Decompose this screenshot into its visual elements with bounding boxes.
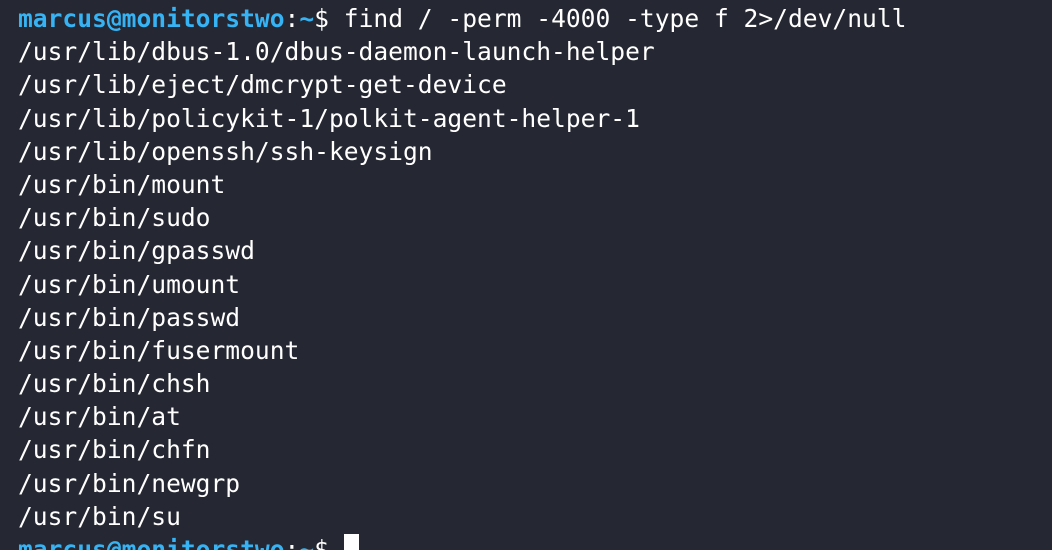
output-line: /usr/bin/fusermount [18,335,300,365]
prompt-separator: : [284,4,300,33]
output-line: /usr/bin/newgrp [18,468,241,498]
terminal-window[interactable]: marcus@monitorstwo:~$ find / -perm -4000… [0,0,1052,550]
prompt-user-host: marcus@monitorstwo [18,535,285,550]
prompt-separator: : [284,535,300,550]
output-line: /usr/bin/sudo [18,203,211,233]
output-line: /usr/bin/chfn [18,435,211,465]
output-line: /usr/bin/at [18,402,181,432]
output-line: /usr/bin/passwd [18,302,241,332]
prompt-symbol: $ [314,4,329,33]
output-line: /usr/lib/dbus-1.0/dbus-daemon-launch-hel… [18,37,655,67]
output-line: /usr/bin/su [18,501,181,531]
output-line: /usr/bin/chsh [18,369,211,399]
output-line: /usr/lib/eject/dmcrypt-get-device [18,70,507,100]
output-line: /usr/bin/mount [18,169,226,199]
prompt-user-host: marcus@monitorstwo [18,4,285,33]
command-text: find / -perm -4000 -type f 2>/dev/null [328,4,907,33]
prompt-symbol: $ [314,535,329,550]
prompt-path: ~ [299,535,315,550]
output-line: /usr/bin/gpasswd [18,236,255,266]
command-line: marcus@monitorstwo:~$ find / -perm -4000… [18,2,1052,35]
output-line: /usr/lib/policykit-1/polkit-agent-helper… [18,103,640,133]
prompt-path: ~ [299,4,315,33]
current-prompt-line[interactable]: marcus@monitorstwo:~$ [18,533,1052,550]
text-cursor [343,534,359,550]
output-line: /usr/bin/umount [18,269,241,299]
output-line: /usr/lib/openssh/ssh-keysign [18,136,433,166]
